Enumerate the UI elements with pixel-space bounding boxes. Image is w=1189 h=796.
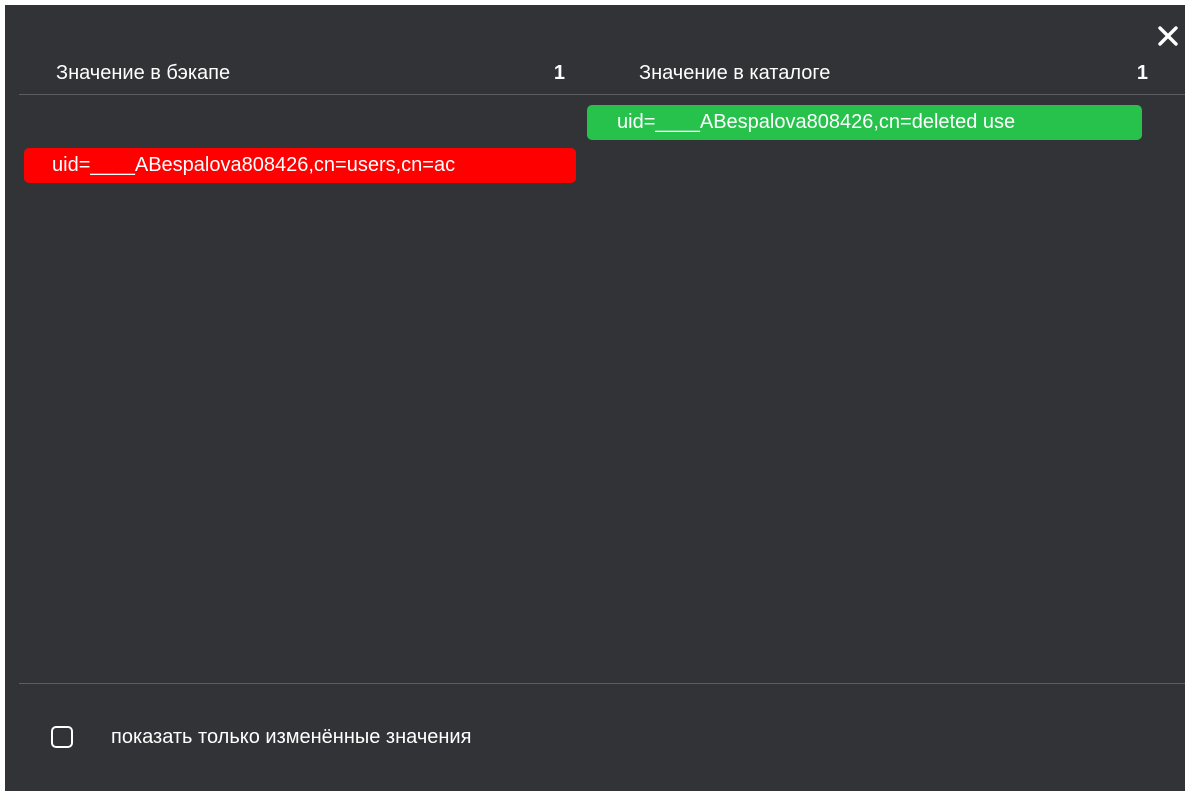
compare-values-dialog: Значение в бэкапе 1 Значение в каталоге … [5,5,1185,791]
close-icon [1158,26,1178,46]
footer: показать только изменённые значения [51,722,471,752]
show-changed-only-checkbox[interactable] [51,726,73,748]
header-divider [19,94,1185,95]
footer-divider [19,683,1185,684]
backup-count: 1 [553,62,565,84]
catalog-column-header: Значение в каталоге 1 [639,62,1148,84]
backup-column-title: Значение в бэкапе [56,62,231,84]
backup-column-header: Значение в бэкапе 1 [56,62,565,84]
catalog-count: 1 [1136,62,1148,84]
catalog-value-item[interactable]: uid=____ABespalova808426,cn=deleted use [587,105,1142,140]
backup-value-item[interactable]: uid=____ABespalova808426,cn=users,cn=ac [24,148,576,183]
close-button[interactable] [1155,23,1181,49]
show-changed-only-label[interactable]: показать только изменённые значения [111,722,471,752]
catalog-column-title: Значение в каталоге [639,62,831,84]
